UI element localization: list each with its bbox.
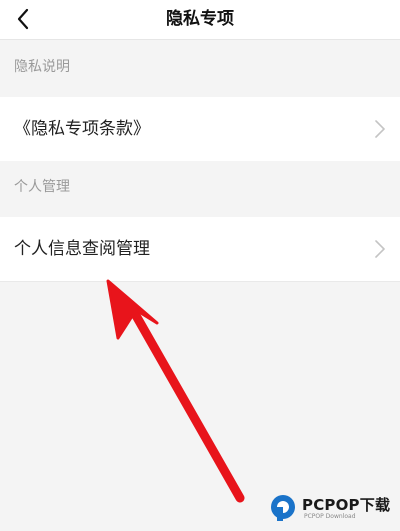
page-title: 隐私专项: [166, 9, 234, 29]
privacy-terms-row[interactable]: 《隐私专项条款》: [0, 97, 400, 161]
personal-info-management-label: 个人信息查阅管理: [14, 239, 150, 259]
list-divider: [0, 281, 400, 282]
top-bar: 隐私专项: [0, 0, 400, 40]
watermark-logo: PCPOP下载 PCPOP Download: [268, 493, 396, 525]
privacy-terms-label: 《隐私专项条款》: [14, 119, 150, 139]
section-header-personal-management: 个人管理: [0, 161, 400, 213]
chevron-right-icon: [375, 240, 385, 258]
pcpop-logo-icon: [271, 495, 295, 521]
chevron-right-icon: [375, 120, 385, 138]
section-header-privacy-info: 隐私说明: [0, 41, 400, 93]
watermark-brand: PCPOP下载: [302, 496, 391, 514]
personal-info-management-row[interactable]: 个人信息查阅管理: [0, 217, 400, 281]
watermark-subtext: PCPOP Download: [304, 513, 356, 520]
